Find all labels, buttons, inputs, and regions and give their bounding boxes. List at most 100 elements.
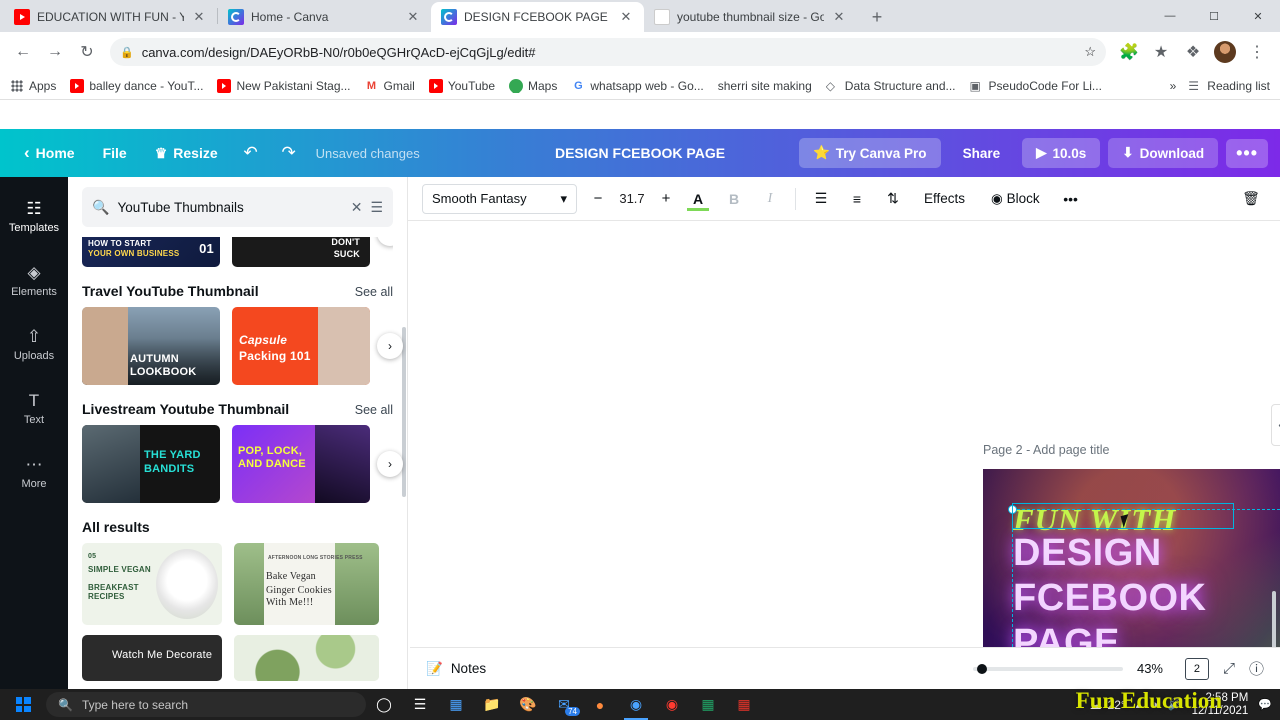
notifications-icon[interactable]: 💬 <box>1258 698 1272 711</box>
template-thumb[interactable]: Capsule Packing 101 <box>232 307 370 385</box>
window-close-button[interactable]: ✕ <box>1236 0 1280 32</box>
bookmark-star-icon[interactable]: ☆ <box>1084 44 1096 60</box>
task-view-icon[interactable]: ☰ <box>402 689 438 720</box>
browser-tab-0[interactable]: EDUCATION WITH FUN - YouTub ✕ <box>4 2 217 32</box>
zoom-slider[interactable] <box>972 663 1123 674</box>
carousel-next-icon[interactable]: › <box>377 237 393 246</box>
help-icon[interactable]: ⓘ <box>1249 658 1264 679</box>
sidebar-item-more[interactable]: ⋯ More <box>0 441 68 505</box>
panel-collapse-button[interactable]: ‹ <box>1271 404 1280 446</box>
undo-icon[interactable]: ↶ <box>234 136 268 170</box>
firefox-icon[interactable]: ● <box>582 689 618 720</box>
bookmark-apps[interactable]: Apps <box>10 79 56 93</box>
sidebar-item-elements[interactable]: ◈ Elements <box>0 249 68 313</box>
page-count-badge[interactable]: 2 <box>1184 657 1209 680</box>
zoom-slider-knob[interactable] <box>976 663 987 674</box>
browser-tab-2[interactable]: DESIGN FCEBOOK PAGE - 1280 x ✕ <box>431 2 644 32</box>
spacing-icon[interactable]: ⇅ <box>878 184 908 214</box>
search-input[interactable] <box>117 199 343 215</box>
maximize-button[interactable]: ☐ <box>1192 0 1236 32</box>
sidebar-item-uploads[interactable]: ⇧ Uploads <box>0 313 68 377</box>
bookmark-new-pakistani[interactable]: New Pakistani Stag... <box>217 78 351 93</box>
panel-scrollbar[interactable] <box>402 327 406 497</box>
bold-button[interactable]: B <box>719 184 749 214</box>
close-icon[interactable]: ✕ <box>405 9 421 25</box>
sidebar-item-text[interactable]: T Text <box>0 377 68 441</box>
template-thumb[interactable]: HOW TO START YOUR OWN BUSINESS 01 <box>82 237 220 267</box>
cortana-circle-icon[interactable]: ◯ <box>366 689 402 720</box>
carousel-next-icon[interactable]: › <box>377 451 403 477</box>
paint-3d-icon[interactable]: 🎨 <box>510 689 546 720</box>
minimize-button[interactable]: — <box>1148 0 1192 32</box>
bookmarks-overflow-icon[interactable]: » <box>1170 79 1177 93</box>
fullscreen-icon[interactable]: ⤢ <box>1223 660 1235 677</box>
close-icon[interactable]: ✕ <box>618 9 634 25</box>
share-button[interactable]: Share <box>949 139 1015 168</box>
template-thumb[interactable]: AFTERNOON LONG STORIES PRESS Bake Vegan … <box>234 543 379 625</box>
file-explorer-icon[interactable]: 📁 <box>474 689 510 720</box>
resize-button[interactable]: ♛ Resize <box>143 139 230 168</box>
start-button[interactable] <box>0 689 46 720</box>
template-thumb[interactable]: AUTUMN LOOKBOOK <box>82 307 220 385</box>
sidebar-item-templates[interactable]: ☷ Templates <box>0 185 68 249</box>
reload-icon[interactable]: ↻ <box>72 37 102 67</box>
file-menu-button[interactable]: File <box>91 139 139 167</box>
header-more-button[interactable]: ••• <box>1226 138 1268 168</box>
chrome-menu-icon[interactable]: ⋮ <box>1242 37 1272 67</box>
clear-icon[interactable]: ✕ <box>351 199 363 216</box>
see-all-link[interactable]: See all <box>355 403 393 417</box>
browser-tab-1[interactable]: Home - Canva ✕ <box>218 2 431 32</box>
new-tab-button[interactable]: + <box>863 3 891 31</box>
block-button[interactable]: ◉ Block <box>981 191 1050 207</box>
text-color-button[interactable]: A <box>683 184 713 214</box>
page-title-label[interactable]: Page 2 - Add page title <box>983 443 1109 457</box>
extension-icon-3[interactable]: ❖ <box>1178 37 1208 67</box>
template-thumb[interactable]: DON'T SUCK <box>232 237 370 267</box>
template-thumb[interactable]: POP, LOCK, AND DANCE <box>232 425 370 503</box>
extension-icon-2[interactable]: ★ <box>1146 37 1176 67</box>
bookmark-maps[interactable]: Maps <box>509 78 557 93</box>
redo-icon[interactable]: ↷ <box>272 136 306 170</box>
font-size-stepper[interactable]: − 31.7 + <box>587 186 677 212</box>
bookmark-gmail[interactable]: M Gmail <box>364 78 415 93</box>
template-thumb[interactable]: Watch Me Decorate <box>82 635 222 681</box>
zoom-value[interactable]: 43% <box>1137 661 1171 676</box>
try-canva-pro-button[interactable]: ⭐ Try Canva Pro <box>798 138 941 168</box>
trash-icon[interactable]: 🗑 <box>1236 184 1266 214</box>
profile-avatar[interactable] <box>1214 41 1236 63</box>
back-icon[interactable]: ← <box>8 37 38 67</box>
chrome-icon[interactable]: ◉ <box>618 689 654 720</box>
address-bar[interactable]: 🔒 canva.com/design/DAEyORbB-N0/r0b0eQGHr… <box>110 38 1106 66</box>
mail-icon[interactable]: ✉ 74 <box>546 689 582 720</box>
filter-icon[interactable]: ☰ <box>370 199 383 216</box>
browser-tab-3[interactable]: G youtube thumbnail size - Google ✕ <box>644 2 857 32</box>
pdf-icon[interactable]: ▦ <box>726 689 762 720</box>
forward-icon[interactable]: → <box>40 37 70 67</box>
font-family-select[interactable]: Smooth Fantasy ▾ <box>422 183 577 214</box>
bookmark-youtube[interactable]: YouTube <box>428 78 495 93</box>
home-button[interactable]: ‹ Home <box>12 137 87 169</box>
italic-button[interactable]: I <box>755 184 785 214</box>
bookmark-whatsapp-web[interactable]: G whatsapp web - Go... <box>571 78 704 93</box>
taskbar-search[interactable]: 🔍 Type here to search <box>46 692 366 717</box>
search-box[interactable]: 🔍 ✕ ☰ <box>82 187 393 227</box>
font-size-increase[interactable]: + <box>655 186 677 212</box>
excel-icon[interactable]: ▦ <box>690 689 726 720</box>
carousel-next-icon[interactable]: › <box>377 333 403 359</box>
notes-button[interactable]: 📝 Notes <box>426 661 486 677</box>
extension-puzzle-icon[interactable]: 🧩 <box>1114 37 1144 67</box>
bookmark-pseudocode[interactable]: ▣ PseudoCode For Li... <box>970 79 1102 93</box>
close-icon[interactable]: ✕ <box>191 9 207 25</box>
close-icon[interactable]: ✕ <box>831 9 847 25</box>
store-icon[interactable]: ▦ <box>438 689 474 720</box>
effects-button[interactable]: Effects <box>914 191 975 206</box>
reading-list-button[interactable]: ☰ Reading list <box>1188 79 1270 93</box>
template-thumb[interactable]: THE YARD BANDITS <box>82 425 220 503</box>
bookmark-sherri-site[interactable]: sherri site making <box>718 79 812 93</box>
toolbar-more-button[interactable]: ••• <box>1056 184 1086 214</box>
template-thumb[interactable] <box>234 635 379 681</box>
bookmark-data-structure[interactable]: ◇ Data Structure and... <box>826 79 956 93</box>
present-timer-button[interactable]: ▶ 10.0s <box>1022 138 1101 168</box>
template-thumb[interactable]: 05 SIMPLE VEGAN BREAKFAST RECIPES <box>82 543 222 625</box>
list-icon[interactable]: ≡ <box>842 184 872 214</box>
